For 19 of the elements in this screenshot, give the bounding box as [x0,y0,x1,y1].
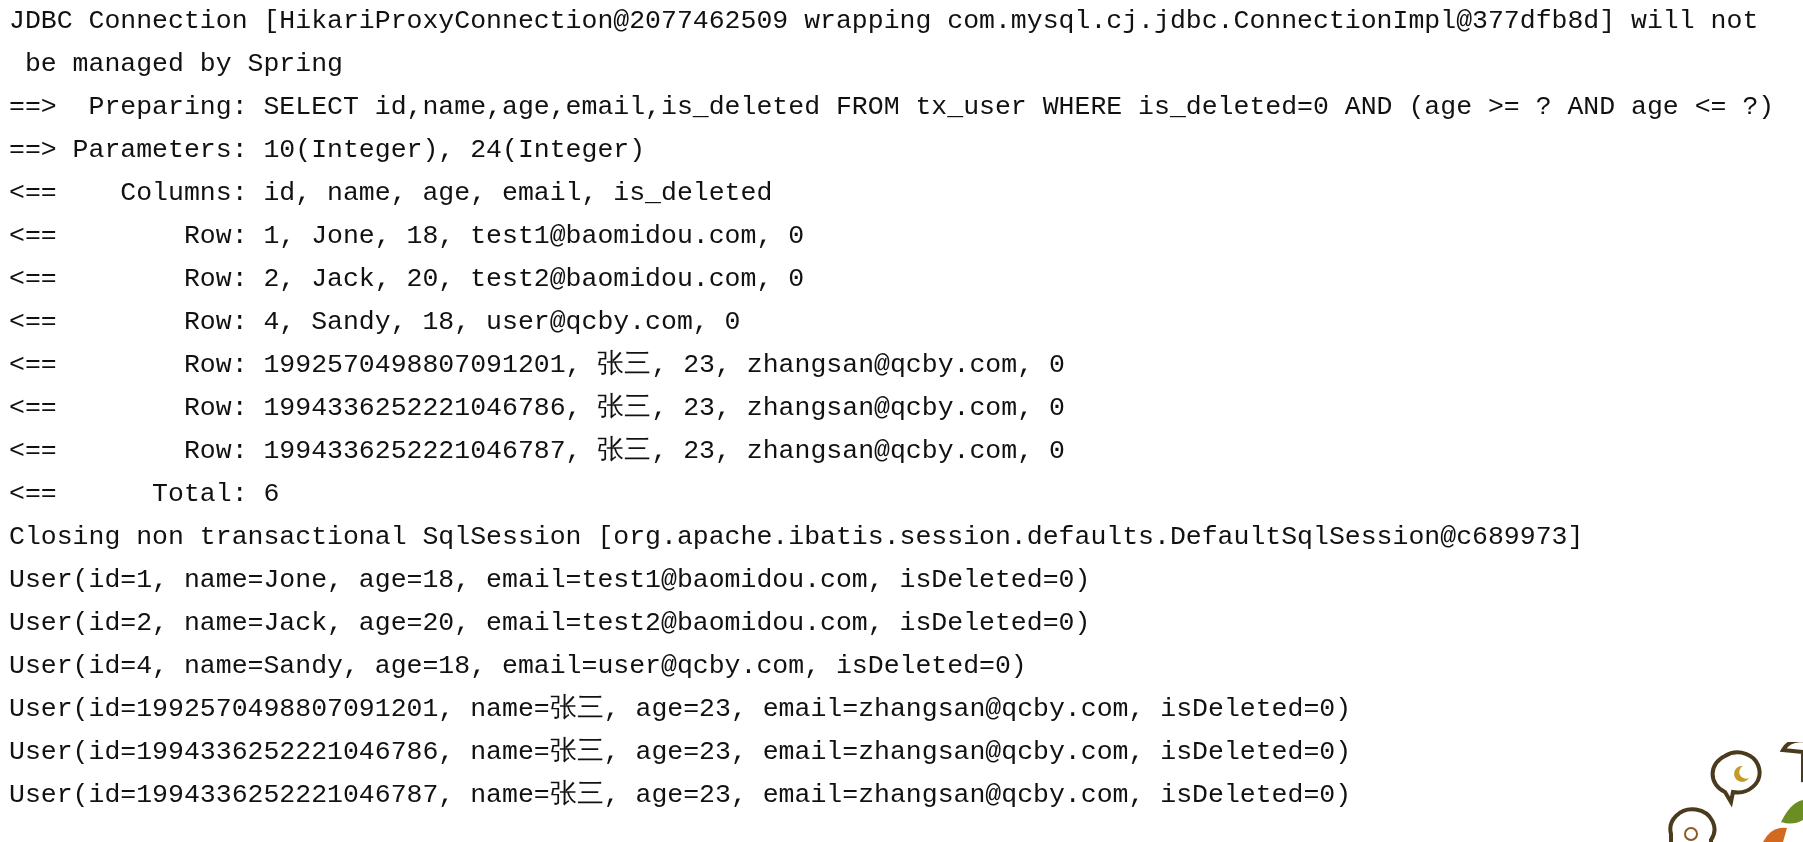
log-line: ==> Preparing: SELECT id,name,age,email,is_deleted FROM tx_user WHERE is_deleted=0 AND (age >= ? AND age <= ?) [9,91,1775,124]
log-line: JDBC Connection [HikariProxyConnection@2077462509 wrapping com.mysql.cj.jdbc.ConnectionImpl@377dfb8d] will not [9,5,1759,38]
log-line: <== Row: 1994336252221046787, 张三, 23, zhangsan@qcby.com, 0 [9,435,1065,468]
log-line: ==> Parameters: 10(Integer), 24(Integer) [9,134,646,167]
log-line: User(id=4, name=Sandy, age=18, email=user@qcby.com, isDeleted=0) [9,650,1027,683]
log-line: User(id=1992570498807091201, name=张三, age=23, email=zhangsan@qcby.com, isDeleted=0) [9,693,1352,726]
log-line: <== Row: 1994336252221046786, 张三, 23, zhangsan@qcby.com, 0 [9,392,1065,425]
log-line: <== Row: 1992570498807091201, 张三, 23, zhangsan@qcby.com, 0 [9,349,1065,382]
log-line: be managed by Spring [23,48,343,81]
log-line: User(id=1994336252221046786, name=张三, age=23, email=zhangsan@qcby.com, isDeleted=0) [9,736,1352,769]
log-line: <== Row: 4, Sandy, 18, user@qcby.com, 0 [9,306,741,339]
log-line: <== Row: 2, Jack, 20, test2@baomidou.com, 0 [9,263,805,296]
log-line: <== Total: 6 [9,478,280,511]
log-line: User(id=2, name=Jack, age=20, email=test2@baomidou.com, isDeleted=0) [9,607,1091,640]
log-line: <== Columns: id, name, age, email, is_deleted [9,177,773,210]
log-line: Closing non transactional SqlSession [org.apache.ibatis.session.defaults.DefaultSqlSession@c689973] [9,521,1584,554]
log-line: <== Row: 1, Jone, 18, test1@baomidou.com, 0 [9,220,805,253]
log-line: User(id=1, name=Jone, age=18, email=test1@baomidou.com, isDeleted=0) [9,564,1091,597]
log-line: User(id=1994336252221046787, name=张三, age=23, email=zhangsan@qcby.com, isDeleted=0) [9,779,1352,812]
